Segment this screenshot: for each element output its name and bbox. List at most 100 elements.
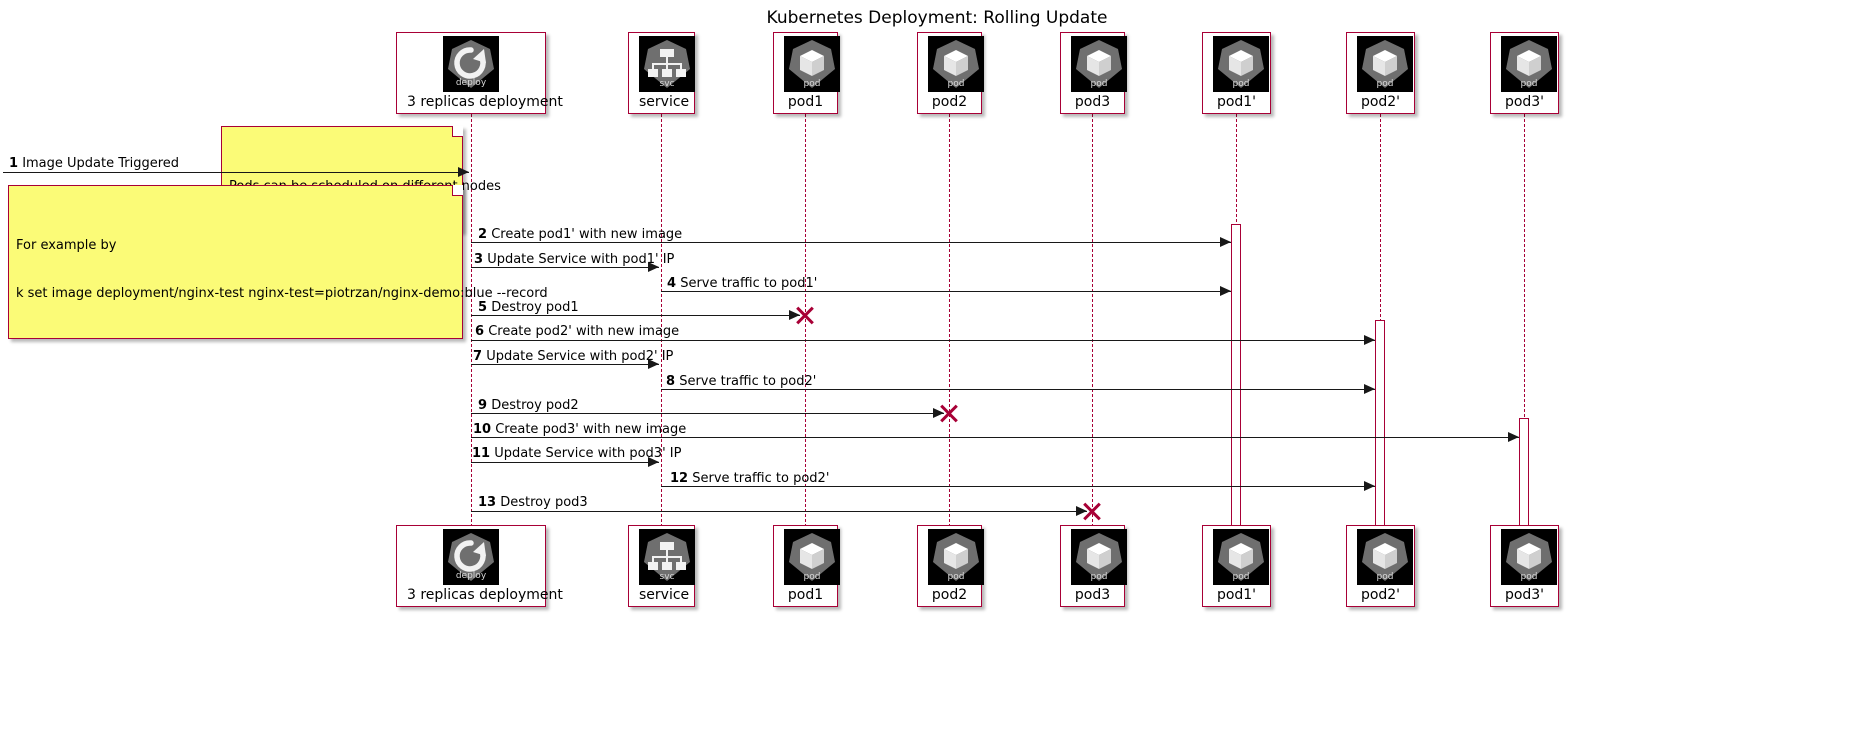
svg-text:svc: svc [660,572,675,582]
message-number: 10 [473,422,492,437]
k8s-pod-icon: pod [1213,36,1269,92]
message-line-12 [661,486,1375,487]
message-number: 1 [9,156,19,171]
k8s-service-icon: svc [639,529,695,585]
k8s-pod-icon: pod [784,529,840,585]
message-label-7: 7 Update Service with pod2' IP [473,349,673,364]
participant-label: pod3' [1504,94,1545,110]
message-number: 5 [478,300,488,315]
message-arrowhead-12 [1364,481,1375,491]
message-arrowhead-10 [1508,432,1519,442]
participant-label: 3 replicas deployment [407,94,563,110]
message-label-6: 6 Create pod2' with new image [475,324,679,339]
message-line-11 [471,462,659,463]
message-label-12: 12 Serve traffic to pod2' [670,471,829,486]
participant-label: pod3 [1074,94,1111,110]
message-text: Serve traffic to pod1' [680,276,818,291]
svg-text:deploy: deploy [456,571,487,581]
participant-service-top[interactable]: svc service [628,32,695,114]
message-text: Destroy pod3 [500,495,588,510]
destroy-cross-pod1 [794,304,816,326]
sequence-diagram-canvas: Kubernetes Deployment: Rolling Update de… [0,0,1874,734]
message-text: Create pod3' with new image [495,422,687,437]
message-number: 2 [478,227,488,242]
note-example-command: For example by k set image deployment/ng… [8,185,548,339]
k8s-service-icon: svc [639,36,695,92]
participant-pod1-bottom[interactable]: pod pod1 [773,525,840,607]
svg-text:pod: pod [1091,572,1108,582]
svg-text:svc: svc [660,79,675,89]
message-arrowhead-7 [648,359,659,369]
svg-text:pod: pod [1233,79,1250,89]
svg-text:pod: pod [1377,79,1394,89]
message-number: 8 [666,374,676,389]
participant-pod1-top[interactable]: pod pod1 [773,32,840,114]
participant-label: pod2' [1360,587,1401,603]
participant-label: pod2 [931,94,968,110]
participant-deploy-top[interactable]: deploy 3 replicas deployment [396,32,563,114]
activation-pod3p [1519,418,1529,527]
participant-label: pod2 [931,587,968,603]
participant-pod3p-bottom[interactable]: pod pod3' [1490,525,1559,607]
participant-pod3p-top[interactable]: pod pod3' [1490,32,1559,114]
participant-pod3-top[interactable]: pod pod3 [1060,32,1127,114]
message-number: 6 [475,324,485,339]
message-label-5: 5 Destroy pod1 [478,300,579,315]
message-line-13 [471,511,1087,512]
message-text: Update Service with pod1' IP [487,252,675,267]
k8s-pod-icon: pod [1357,529,1413,585]
message-number: 9 [478,398,488,413]
participant-deploy-bottom[interactable]: deploy 3 replicas deployment [396,525,563,607]
k8s-pod-icon: pod [1071,36,1127,92]
message-text: Destroy pod1 [491,300,579,315]
lifeline-deploy [471,114,472,527]
participant-pod2-bottom[interactable]: pod pod2 [917,525,984,607]
message-line-7 [471,364,659,365]
participant-pod2p-bottom[interactable]: pod pod2' [1346,525,1415,607]
participant-label: pod1 [787,94,824,110]
message-arrowhead-6 [1364,335,1375,345]
participant-label: 3 replicas deployment [407,587,563,603]
message-text: Update Service with pod2' IP [486,349,674,364]
svg-text:pod: pod [1377,572,1394,582]
lifeline-pod2 [949,114,950,527]
participant-pod1p-top[interactable]: pod pod1' [1202,32,1271,114]
message-number: 7 [473,349,483,364]
message-line-3 [471,267,659,268]
k8s-pod-icon: pod [1501,529,1557,585]
k8s-pod-icon: pod [1213,529,1269,585]
message-number: 11 [472,446,491,461]
note-fold-corner [452,185,463,196]
message-arrowhead-1 [458,167,469,177]
message-arrowhead-2 [1220,237,1231,247]
participant-service-bottom[interactable]: svc service [628,525,695,607]
participant-pod3-bottom[interactable]: pod pod3 [1060,525,1127,607]
svg-text:pod: pod [1521,79,1538,89]
svg-text:deploy: deploy [456,78,487,88]
message-text: Destroy pod2 [491,398,579,413]
participant-label: pod1' [1216,587,1257,603]
participant-pod2-top[interactable]: pod pod2 [917,32,984,114]
message-label-1: 1 Image Update Triggered [9,156,179,171]
participant-label: service [639,94,690,110]
message-line-9 [471,413,944,414]
note-text-line-2: k set image deployment/nginx-test nginx-… [16,286,548,301]
k8s-pod-icon: pod [928,36,984,92]
message-arrowhead-8 [1364,384,1375,394]
message-line-1 [3,172,469,173]
k8s-pod-icon: pod [928,529,984,585]
message-text: Image Update Triggered [22,156,180,171]
participant-label: pod3 [1074,587,1111,603]
participant-pod1p-bottom[interactable]: pod pod1' [1202,525,1271,607]
svg-text:pod: pod [804,79,821,89]
svg-text:pod: pod [1091,79,1108,89]
message-text: Create pod1' with new image [491,227,683,242]
message-number: 13 [478,495,497,510]
message-label-3: 3 Update Service with pod1' IP [474,252,674,267]
message-number: 12 [670,471,689,486]
message-line-8 [661,389,1375,390]
activation-pod1p [1231,224,1241,527]
participant-pod2p-top[interactable]: pod pod2' [1346,32,1415,114]
participant-label: pod1 [787,587,824,603]
message-label-8: 8 Serve traffic to pod2' [666,374,816,389]
